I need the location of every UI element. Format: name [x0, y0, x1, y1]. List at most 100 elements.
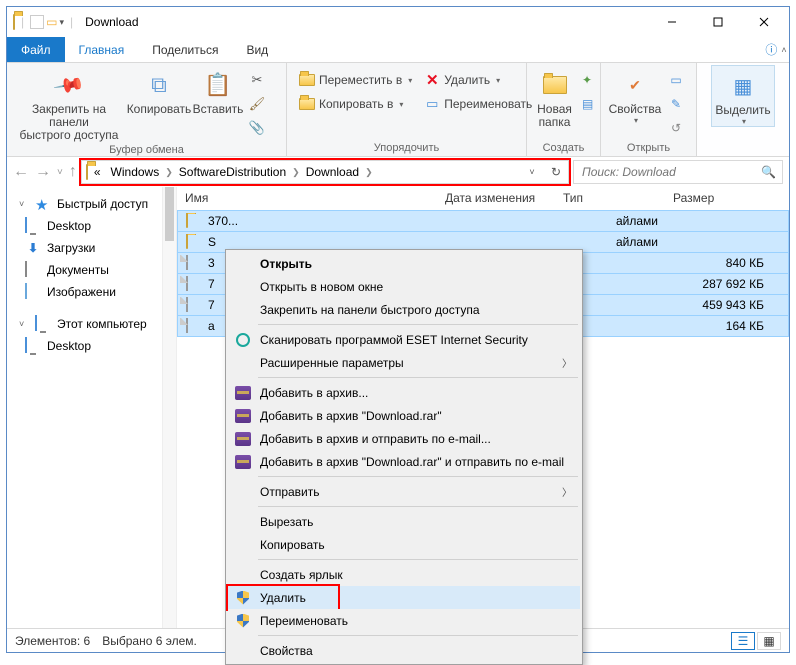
delete-icon: ✕	[424, 72, 440, 88]
sidebar-item-pictures[interactable]: Изображени	[7, 281, 176, 303]
desktop-icon	[25, 337, 27, 353]
chevron-right-icon[interactable]: ❯	[165, 167, 173, 178]
ctx-shortcut[interactable]: Создать ярлык	[228, 563, 580, 586]
tab-share[interactable]: Поделиться	[138, 37, 232, 62]
cut-small-button[interactable]: ✂	[245, 69, 273, 91]
star-icon: ★	[35, 196, 51, 212]
crumb-1[interactable]: SoftwareDistribution	[175, 165, 290, 179]
ribbon-help-icon[interactable]: ⓘ˄	[763, 37, 789, 62]
nav-recent-button[interactable]: ˅	[57, 167, 63, 178]
sidebar-quick-access[interactable]: ˅ ★ Быстрый доступ	[7, 193, 176, 215]
sidebar-item-desktop[interactable]: Desktop	[7, 215, 176, 237]
ctx-rar-mail-dl[interactable]: Добавить в архив "Download.rar" и отправ…	[228, 450, 580, 473]
paste-icon: 📋	[204, 69, 231, 101]
ctx-cut[interactable]: Вырезать	[228, 510, 580, 533]
qat-sep2: |	[70, 15, 73, 29]
history-icon: ↺	[669, 120, 683, 136]
move-to-button[interactable]: Переместить в▾	[295, 69, 416, 91]
copy-icon: ⧉	[151, 69, 167, 101]
list-item[interactable]: 370... айлами	[177, 210, 789, 232]
close-button[interactable]	[741, 7, 787, 37]
chevron-down-icon[interactable]: ˅	[19, 319, 29, 329]
tab-file[interactable]: Файл	[7, 37, 65, 62]
sidebar-pc-desktop[interactable]: Desktop	[7, 335, 176, 357]
winrar-icon	[234, 407, 252, 425]
crumb-0[interactable]: Windows	[107, 165, 164, 179]
copy-to-button[interactable]: Копировать в▾	[295, 93, 416, 115]
pin-quick-button[interactable]: 📌 Закрепить на панели быстрого доступа	[11, 65, 127, 142]
new-folder-button[interactable]: Новая папка	[531, 65, 578, 129]
ctx-eset-scan[interactable]: Сканировать программой ESET Internet Sec…	[228, 328, 580, 351]
sidebar-this-pc[interactable]: ˅ Этот компьютер	[7, 313, 176, 335]
select-button[interactable]: ▦ Выделить ▾	[711, 65, 775, 127]
nav-fwd-button[interactable]: →	[35, 163, 51, 181]
rename-button[interactable]: ▭Переименовать	[420, 93, 536, 115]
maximize-button[interactable]	[695, 7, 741, 37]
copy-button[interactable]: ⧉ Копировать	[127, 65, 191, 116]
col-name[interactable]: Имя	[177, 187, 437, 210]
properties-button[interactable]: ✔ Свойства ▾	[605, 65, 665, 125]
folder-icon	[186, 213, 188, 228]
select-icon: ▦	[734, 70, 753, 102]
sidebar-item-documents[interactable]: Документы	[7, 259, 176, 281]
ctx-pin-quick[interactable]: Закрепить на панели быстрого доступа	[228, 298, 580, 321]
ctx-rar-mail[interactable]: Добавить в архив и отправить по e-mail..…	[228, 427, 580, 450]
history-button[interactable]: ↺	[665, 117, 687, 139]
shield-icon	[234, 589, 252, 607]
group-organize-label: Упорядочить	[291, 140, 522, 156]
col-size[interactable]: Размер	[665, 187, 789, 210]
crumb-overflow[interactable]: «	[90, 165, 105, 179]
view-icons-button[interactable]: ▦	[757, 632, 781, 650]
open-icon: ▭	[669, 72, 683, 88]
file-icon	[186, 276, 188, 291]
minimize-button[interactable]	[649, 7, 695, 37]
downloads-icon: ⬇	[25, 240, 41, 256]
qat-sep: |	[21, 15, 24, 29]
tab-home[interactable]: Главная	[65, 37, 139, 62]
nav-back-button[interactable]: ←	[13, 163, 29, 181]
pasteshortcut-small-button[interactable]: 📎	[245, 117, 273, 139]
ctx-rar-add[interactable]: Добавить в архив...	[228, 381, 580, 404]
edit-button[interactable]: ✎	[665, 93, 687, 115]
crumb-2[interactable]: Download	[302, 165, 363, 179]
window-title: Download	[85, 15, 138, 29]
tab-view[interactable]: Вид	[232, 37, 282, 62]
ctx-rar-add-dl[interactable]: Добавить в архив "Download.rar"	[228, 404, 580, 427]
copyto-icon	[299, 96, 315, 112]
sidebar-scrollbar[interactable]	[162, 187, 176, 628]
open-button[interactable]: ▭	[665, 69, 687, 91]
delete-button[interactable]: ✕Удалить▾	[420, 69, 536, 91]
paste-button[interactable]: 📋 Вставить	[191, 65, 245, 116]
easy-access-button[interactable]: ▤	[578, 93, 596, 115]
ctx-send-to[interactable]: Отправить〉	[228, 480, 580, 503]
chevron-right-icon[interactable]: ❯	[365, 167, 373, 178]
file-icon	[186, 318, 188, 333]
address-dropdown-button[interactable]: ˅	[520, 161, 544, 183]
refresh-button[interactable]: ↻	[544, 161, 568, 183]
col-type[interactable]: Тип	[555, 187, 665, 210]
ctx-advanced[interactable]: Расширенные параметры〉	[228, 351, 580, 374]
search-box[interactable]: 🔍	[573, 160, 783, 184]
chevron-down-icon[interactable]: ˅	[19, 199, 29, 209]
view-details-button[interactable]: ☰	[731, 632, 755, 650]
search-input[interactable]	[580, 164, 761, 180]
easy-access-icon: ▤	[582, 96, 593, 112]
address-bar[interactable]: « Windows ❯ SoftwareDistribution ❯ Downl…	[81, 160, 569, 184]
winrar-icon	[234, 430, 252, 448]
copypath-small-button[interactable]: 🖌	[245, 93, 273, 115]
new-item-button[interactable]: ✦	[578, 69, 596, 91]
col-date[interactable]: Дата изменения	[437, 187, 555, 210]
qat-dropdown-icon[interactable]: ▾	[59, 17, 64, 28]
sidebar-item-downloads[interactable]: ⬇ Загрузки	[7, 237, 176, 259]
ctx-open-new-window[interactable]: Открыть в новом окне	[228, 275, 580, 298]
nav-up-button[interactable]: ↑	[69, 163, 77, 181]
documents-icon	[25, 261, 27, 277]
chevron-right-icon[interactable]: ❯	[292, 167, 300, 178]
file-icon	[186, 255, 188, 270]
ctx-rename[interactable]: Переименовать	[228, 609, 580, 632]
qat-newfolder-icon[interactable]: ▭	[46, 15, 57, 29]
ctx-open[interactable]: Открыть	[228, 252, 580, 275]
ctx-copy[interactable]: Копировать	[228, 533, 580, 556]
ctx-delete[interactable]: Удалить	[228, 586, 580, 609]
qat-properties-icon[interactable]	[30, 15, 44, 29]
